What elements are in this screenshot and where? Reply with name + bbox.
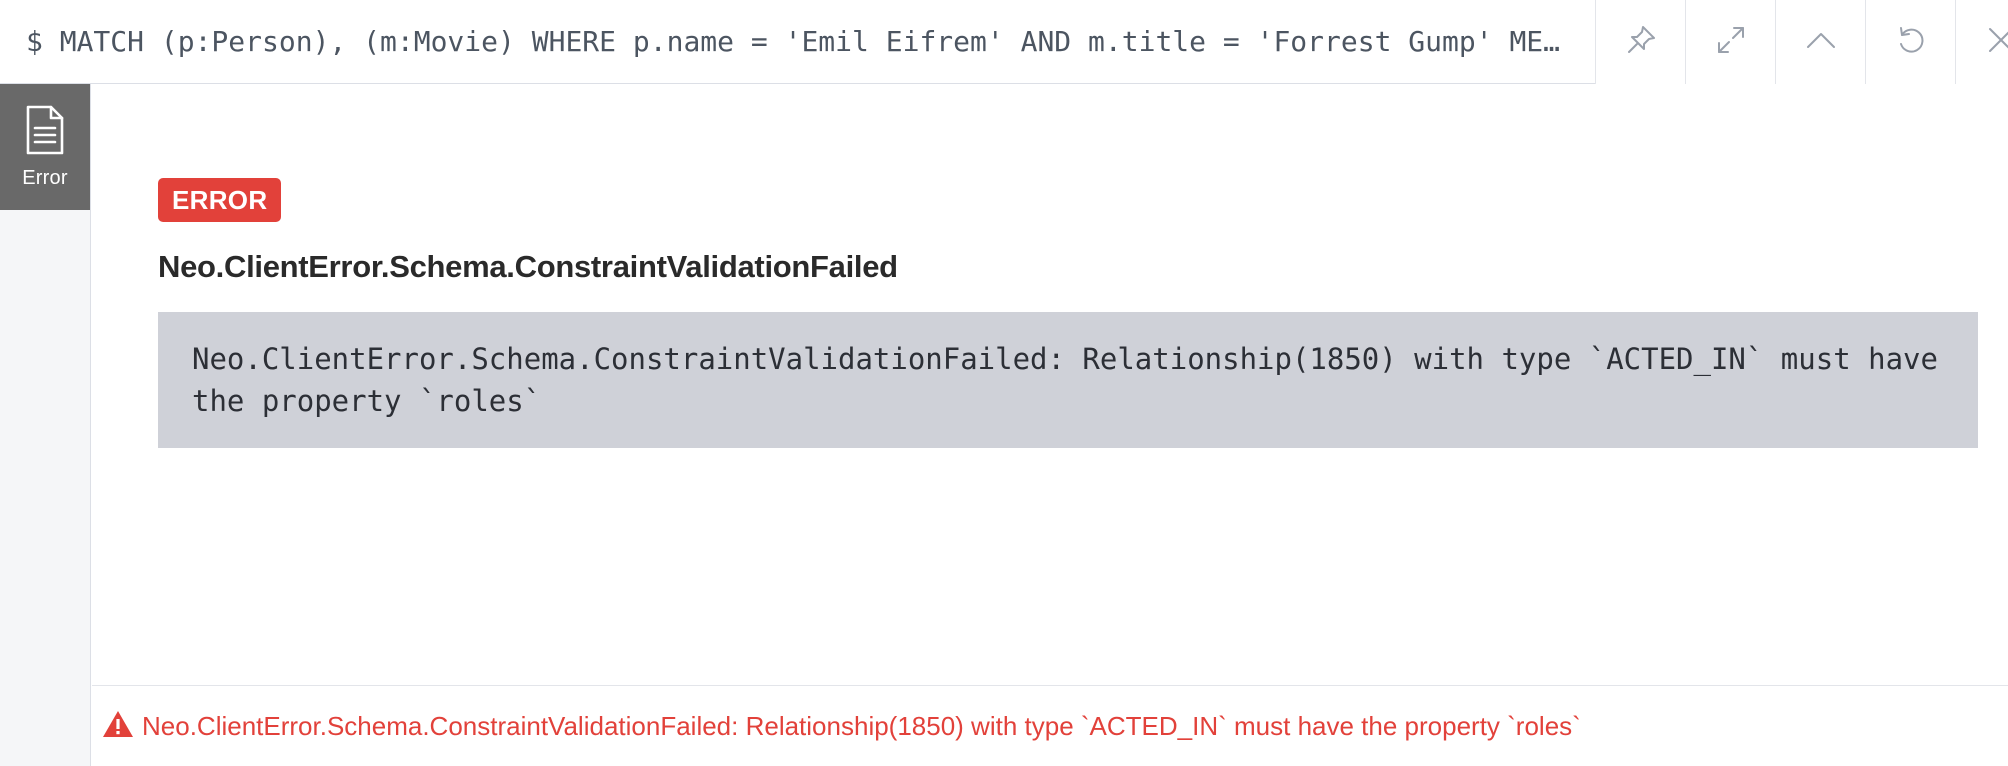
frame-actions [1595,0,2008,84]
error-panel: ERROR Neo.ClientError.Schema.ConstraintV… [92,85,2008,685]
error-message-box: Neo.ClientError.Schema.ConstraintValidat… [158,312,1978,448]
pin-button[interactable] [1595,0,1685,84]
sidebar-tab-label: Error [22,167,68,189]
pin-icon [1624,23,1658,62]
result-frame: $ MATCH (p:Person), (m:Movie) WHERE p.na… [0,0,2008,766]
sidebar-tab-error[interactable]: Error [0,84,90,210]
query-text[interactable]: $ MATCH (p:Person), (m:Movie) WHERE p.na… [26,25,1560,58]
expand-icon [1714,23,1748,62]
status-bar: Neo.ClientError.Schema.ConstraintValidat… [92,685,2008,766]
fullscreen-button[interactable] [1685,0,1775,84]
document-icon [22,104,68,167]
error-title: Neo.ClientError.Schema.ConstraintValidat… [158,249,898,284]
query-editor[interactable]: $ MATCH (p:Person), (m:Movie) WHERE p.na… [0,0,1595,83]
collapse-icon [1804,23,1838,62]
rerun-icon [1894,23,1928,62]
warning-icon [102,709,142,744]
collapse-button[interactable] [1775,0,1865,84]
error-badge: ERROR [158,178,282,222]
editor-bar: $ MATCH (p:Person), (m:Movie) WHERE p.na… [0,0,2008,84]
close-button[interactable] [1955,0,2008,84]
close-icon [1984,23,2008,62]
status-error-text: Neo.ClientError.Schema.ConstraintValidat… [142,710,1581,741]
result-sidebar: Error [0,84,91,766]
rerun-button[interactable] [1865,0,1955,84]
